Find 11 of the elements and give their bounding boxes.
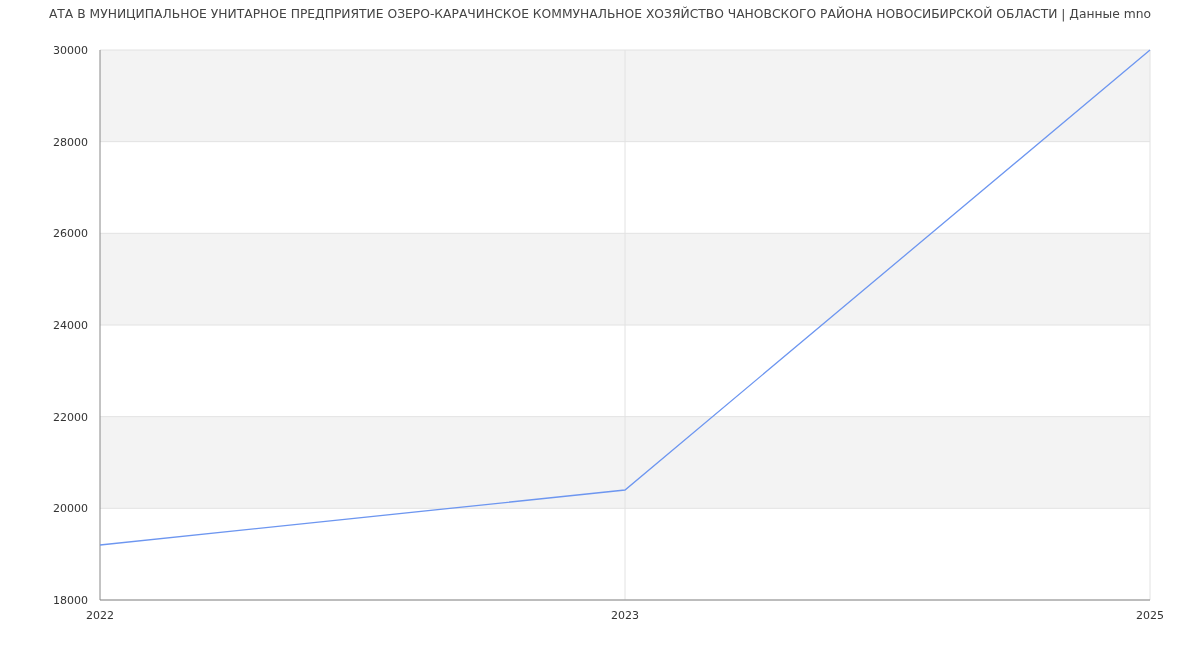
y-tick-label: 20000: [53, 502, 88, 516]
y-tick-label: 24000: [53, 319, 88, 332]
y-tick-label: 18000: [53, 594, 88, 607]
x-tick-label: 2022: [86, 609, 114, 622]
y-tick-label: 26000: [53, 227, 88, 241]
y-tick-label: 30000: [53, 44, 88, 57]
x-tick-label: 2025: [1136, 609, 1164, 622]
y-tick-label: 22000: [53, 410, 88, 424]
chart-title: АТА В МУНИЦИПАЛЬНОЕ УНИТАРНОЕ ПРЕДПРИЯТИЕ ОЗЕРО-КАРАЧИНСКОЕ КОММУНАЛЬНОЕ ХОЗЯЙСТВО ЧАНОВСКОГО РАЙОНА НОВОСИБИРСКОЙ ОБЛАСТИ | Данные mno: [48, 7, 1152, 21]
y-tick-label: 28000: [53, 135, 88, 149]
x-tick-label: 2023: [611, 609, 639, 622]
